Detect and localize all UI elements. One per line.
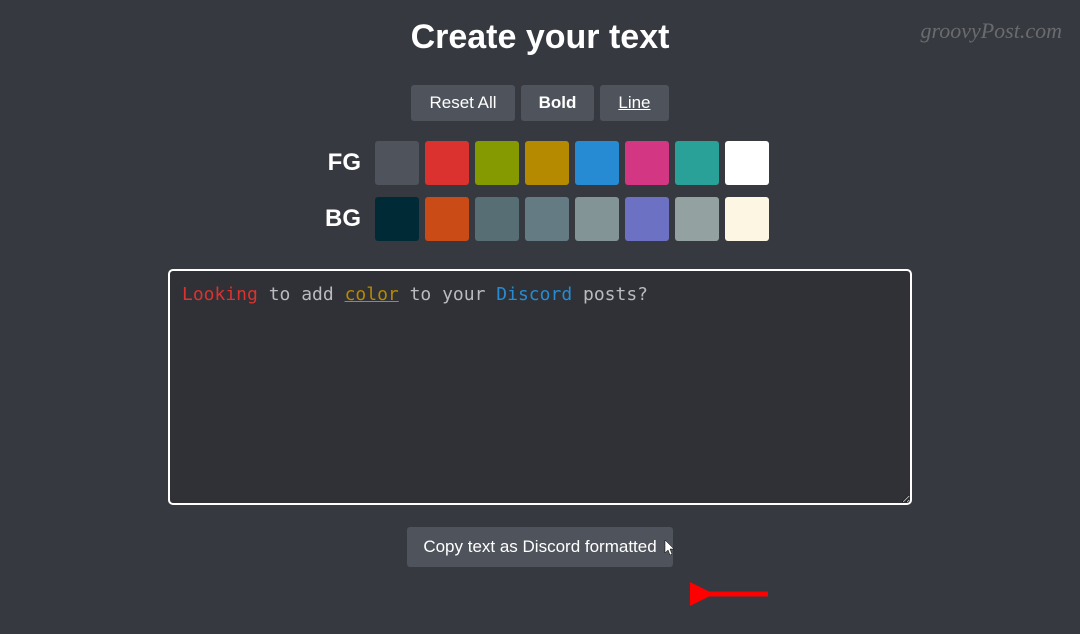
style-button-row: Reset All Bold Line <box>411 85 668 121</box>
editor-token: to your <box>399 284 497 305</box>
annotation-arrow-icon <box>690 582 770 606</box>
bg-swatch-2[interactable] <box>475 197 519 241</box>
bg-swatch-0[interactable] <box>375 197 419 241</box>
fg-swatch-2[interactable] <box>475 141 519 185</box>
fg-swatch-0[interactable] <box>375 141 419 185</box>
fg-swatch-1[interactable] <box>425 141 469 185</box>
fg-swatch-7[interactable] <box>725 141 769 185</box>
watermark-text: groovyPost.com <box>920 18 1062 44</box>
editor-token: posts? <box>572 284 648 305</box>
bg-color-section: BG <box>311 197 769 241</box>
editor-token: Looking <box>182 284 258 305</box>
bg-swatch-5[interactable] <box>625 197 669 241</box>
fg-swatch-5[interactable] <box>625 141 669 185</box>
editor-token: to add <box>258 284 345 305</box>
bg-swatch-7[interactable] <box>725 197 769 241</box>
fg-swatch-6[interactable] <box>675 141 719 185</box>
fg-swatch-4[interactable] <box>575 141 619 185</box>
bg-swatch-6[interactable] <box>675 197 719 241</box>
editor-token: Discord <box>496 284 572 305</box>
bg-swatch-3[interactable] <box>525 197 569 241</box>
fg-swatch-row <box>375 141 769 185</box>
page-title: Create your text <box>411 18 670 57</box>
reset-all-button[interactable]: Reset All <box>411 85 514 121</box>
line-button[interactable]: Line <box>600 85 668 121</box>
text-editor[interactable]: Looking to add color to your Discord pos… <box>168 269 912 505</box>
fg-label: FG <box>311 149 361 177</box>
editor-token: color <box>345 284 399 305</box>
bg-swatch-row <box>375 197 769 241</box>
bg-swatch-4[interactable] <box>575 197 619 241</box>
fg-color-section: FG <box>311 141 769 185</box>
bg-label: BG <box>311 205 361 233</box>
copy-row: Copy text as Discord formatted <box>407 527 672 567</box>
cursor-pointer-icon <box>663 539 677 562</box>
fg-swatch-3[interactable] <box>525 141 569 185</box>
bg-swatch-1[interactable] <box>425 197 469 241</box>
bold-button[interactable]: Bold <box>521 85 595 121</box>
main-container: Create your text Reset All Bold Line FG … <box>0 0 1080 567</box>
copy-button[interactable]: Copy text as Discord formatted <box>407 527 672 567</box>
